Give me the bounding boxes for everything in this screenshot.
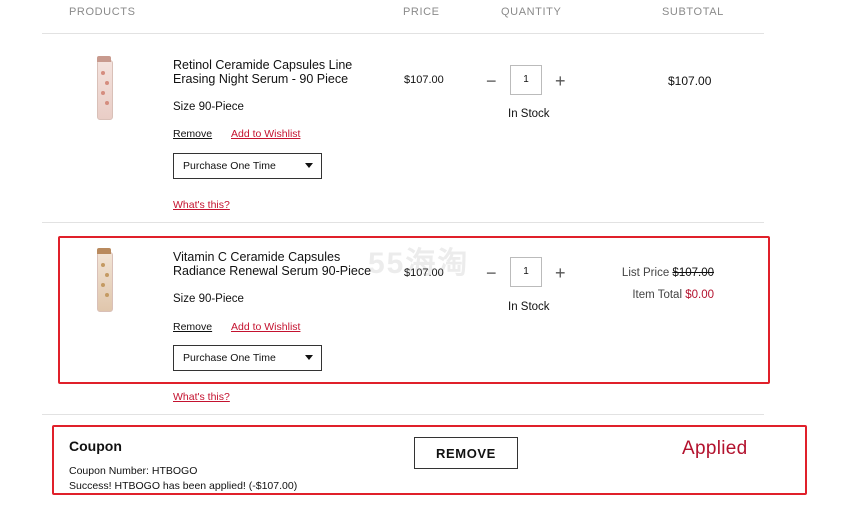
product-name[interactable]: Retinol Ceramide Capsules Line Erasing N… <box>173 58 373 86</box>
stock-status: In Stock <box>508 108 550 120</box>
unit-price: $107.00 <box>404 74 444 86</box>
divider <box>42 33 764 34</box>
product-size: Size 90-Piece <box>173 101 244 113</box>
divider <box>42 414 764 415</box>
purchase-option-value: Purchase One Time <box>183 160 276 172</box>
divider <box>42 222 764 223</box>
add-to-wishlist-link[interactable]: Add to Wishlist <box>231 128 300 140</box>
highlight-box-coupon <box>52 425 807 495</box>
remove-link[interactable]: Remove <box>173 128 212 140</box>
decrease-quantity-button[interactable]: − <box>486 72 497 90</box>
header-subtotal: SUBTOTAL <box>662 6 724 18</box>
quantity-input[interactable]: 1 <box>510 65 542 95</box>
increase-quantity-button[interactable]: + <box>555 72 566 90</box>
header-products: PRODUCTS <box>69 6 136 18</box>
caret-down-icon <box>305 163 313 168</box>
whats-this-link[interactable]: What's this? <box>173 391 230 403</box>
header-price: PRICE <box>403 6 440 18</box>
header-quantity: QUANTITY <box>501 6 562 18</box>
highlight-box-item-2 <box>58 236 770 384</box>
item-subtotal: $107.00 <box>668 74 712 88</box>
purchase-option-select[interactable]: Purchase One Time <box>173 153 322 179</box>
whats-this-link[interactable]: What's this? <box>173 199 230 211</box>
product-image-retinol[interactable] <box>97 56 113 120</box>
